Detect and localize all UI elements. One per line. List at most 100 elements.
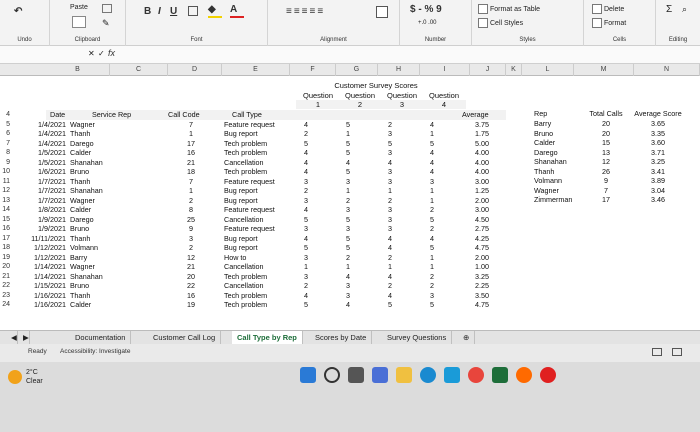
column-header[interactable]: F bbox=[290, 64, 336, 76]
q4-cell[interactable]: 5 bbox=[422, 243, 442, 253]
summary-rep-cell[interactable]: Bruno bbox=[534, 129, 578, 139]
date-cell[interactable]: 1/8/2021 bbox=[14, 205, 66, 215]
enter-icon[interactable]: ✓ bbox=[98, 49, 105, 58]
rep-cell[interactable]: Bruno bbox=[70, 167, 120, 177]
q1-cell[interactable]: 3 bbox=[296, 272, 316, 282]
average-cell[interactable]: 4.75 bbox=[470, 243, 494, 253]
average-cell[interactable]: 5.00 bbox=[470, 139, 494, 149]
edge-icon[interactable] bbox=[420, 367, 436, 383]
call-code-cell[interactable]: 21 bbox=[176, 158, 206, 168]
q1-cell[interactable]: 5 bbox=[296, 300, 316, 310]
rep-cell[interactable]: Darego bbox=[70, 215, 120, 225]
undo-icon[interactable]: ↶ bbox=[14, 6, 22, 17]
function-icon[interactable]: fx bbox=[108, 48, 115, 58]
average-cell[interactable]: 3.75 bbox=[470, 120, 494, 130]
q3-cell[interactable]: 4 bbox=[380, 272, 400, 282]
q2-cell[interactable]: 5 bbox=[338, 139, 358, 149]
accessibility-status[interactable]: Accessibility: Investigate bbox=[60, 348, 130, 355]
call-type-cell[interactable]: Tech problem bbox=[224, 148, 290, 158]
q1-cell[interactable]: 4 bbox=[296, 234, 316, 244]
call-type-cell[interactable]: Cancellation bbox=[224, 215, 290, 225]
call-code-cell[interactable]: 20 bbox=[176, 272, 206, 282]
average-cell[interactable]: 4.00 bbox=[470, 148, 494, 158]
row-number[interactable]: 11 bbox=[0, 177, 10, 187]
header-call-type[interactable]: Call Type bbox=[232, 110, 288, 120]
date-cell[interactable]: 1/7/2021 bbox=[14, 177, 66, 187]
call-type-cell[interactable]: Tech problem bbox=[224, 167, 290, 177]
q4-cell[interactable]: 1 bbox=[422, 262, 442, 272]
worksheet[interactable]: BCDEFGHIJKLMN Customer Survey Scores Que… bbox=[0, 64, 700, 330]
summary-avg-cell[interactable]: 3.25 bbox=[632, 157, 684, 167]
format-as-table-button[interactable]: Format as Table bbox=[478, 4, 540, 14]
media-icon[interactable] bbox=[540, 367, 556, 383]
summary-avg-cell[interactable]: 3.89 bbox=[632, 176, 684, 186]
call-type-cell[interactable]: Tech problem bbox=[224, 139, 290, 149]
date-cell[interactable]: 1/4/2021 bbox=[14, 129, 66, 139]
summary-calls-cell[interactable]: 13 bbox=[580, 148, 632, 158]
rep-cell[interactable]: Shanahan bbox=[70, 158, 120, 168]
q3-cell[interactable]: 4 bbox=[380, 234, 400, 244]
tab-scores-by-date[interactable]: Scores by Date bbox=[310, 331, 373, 345]
q2-cell[interactable]: 5 bbox=[338, 148, 358, 158]
font-color-icon[interactable]: A bbox=[230, 4, 244, 18]
autosum-icon[interactable]: Σ bbox=[666, 4, 672, 15]
call-type-cell[interactable]: How to bbox=[224, 253, 290, 263]
q3-cell[interactable]: 5 bbox=[380, 300, 400, 310]
column-header[interactable]: M bbox=[574, 64, 634, 76]
summary-rep-cell[interactable]: Volmann bbox=[534, 176, 578, 186]
q3-cell[interactable]: 2 bbox=[380, 253, 400, 263]
average-cell[interactable]: 4.50 bbox=[470, 215, 494, 225]
average-cell[interactable]: 4.25 bbox=[470, 234, 494, 244]
row-number[interactable]: 5 bbox=[0, 120, 10, 130]
q4-cell[interactable]: 1 bbox=[422, 186, 442, 196]
italic-button[interactable]: I bbox=[158, 6, 161, 17]
bold-button[interactable]: B bbox=[144, 6, 151, 17]
q4-cell[interactable]: 4 bbox=[422, 120, 442, 130]
q4-cell[interactable]: 1 bbox=[422, 129, 442, 139]
chrome-icon[interactable] bbox=[468, 367, 484, 383]
q4-cell[interactable]: 3 bbox=[422, 291, 442, 301]
call-type-cell[interactable]: Cancellation bbox=[224, 158, 290, 168]
summary-header[interactable]: Average Score bbox=[632, 109, 684, 119]
row-number[interactable]: 13 bbox=[0, 196, 10, 206]
format-button[interactable]: Format bbox=[592, 18, 626, 28]
average-cell[interactable]: 2.00 bbox=[470, 253, 494, 263]
q2-cell[interactable]: 5 bbox=[338, 234, 358, 244]
call-type-cell[interactable]: Feature request bbox=[224, 205, 290, 215]
rep-cell[interactable]: Shanahan bbox=[70, 272, 120, 282]
q4-cell[interactable]: 2 bbox=[422, 205, 442, 215]
store-icon[interactable] bbox=[444, 367, 460, 383]
q1-cell[interactable]: 3 bbox=[296, 253, 316, 263]
summary-calls-cell[interactable]: 17 bbox=[580, 195, 632, 205]
call-code-cell[interactable]: 7 bbox=[176, 177, 206, 187]
rep-cell[interactable]: Volmann bbox=[70, 243, 120, 253]
row-number[interactable]: 21 bbox=[0, 272, 10, 282]
call-code-cell[interactable]: 16 bbox=[176, 291, 206, 301]
q1-cell[interactable]: 5 bbox=[296, 243, 316, 253]
widgets-icon[interactable] bbox=[372, 367, 388, 383]
average-cell[interactable]: 2.25 bbox=[470, 281, 494, 291]
q1-cell[interactable]: 4 bbox=[296, 148, 316, 158]
column-header[interactable]: B bbox=[46, 64, 110, 76]
call-code-cell[interactable]: 1 bbox=[176, 129, 206, 139]
average-cell[interactable]: 1.75 bbox=[470, 129, 494, 139]
average-cell[interactable]: 3.25 bbox=[470, 272, 494, 282]
call-type-cell[interactable]: Bug report bbox=[224, 186, 290, 196]
q1-cell[interactable]: 4 bbox=[296, 291, 316, 301]
rep-cell[interactable]: Wagner bbox=[70, 120, 120, 130]
q2-cell[interactable]: 5 bbox=[338, 215, 358, 225]
q4-cell[interactable]: 2 bbox=[422, 281, 442, 291]
rep-cell[interactable]: Calder bbox=[70, 300, 120, 310]
q2-cell[interactable]: 4 bbox=[338, 272, 358, 282]
average-cell[interactable]: 3.50 bbox=[470, 291, 494, 301]
column-header[interactable]: G bbox=[336, 64, 378, 76]
call-type-cell[interactable]: Tech problem bbox=[224, 272, 290, 282]
question-number[interactable]: 1 bbox=[296, 100, 340, 109]
summary-rep-cell[interactable]: Wagner bbox=[534, 186, 578, 196]
summary-rep-cell[interactable]: Calder bbox=[534, 138, 578, 148]
date-cell[interactable]: 1/16/2021 bbox=[14, 291, 66, 301]
average-cell[interactable]: 1.25 bbox=[470, 186, 494, 196]
summary-avg-cell[interactable]: 3.71 bbox=[632, 148, 684, 158]
number-format-icons[interactable]: $ - % 9 bbox=[410, 4, 442, 15]
summary-calls-cell[interactable]: 15 bbox=[580, 138, 632, 148]
